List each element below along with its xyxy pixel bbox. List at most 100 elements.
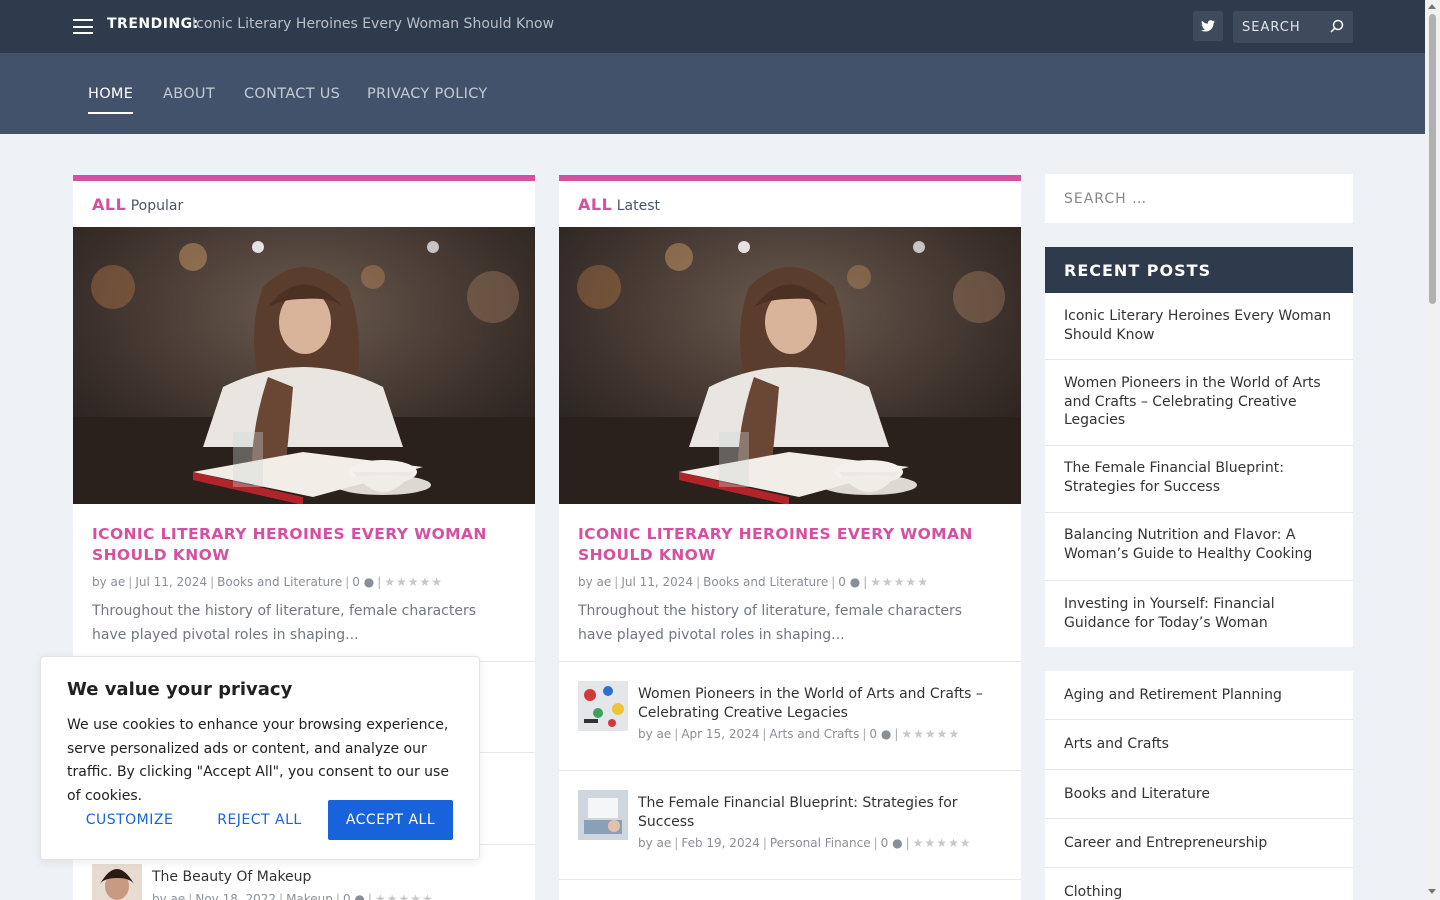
comment-icon: ● xyxy=(849,575,861,589)
cookie-title: We value your privacy xyxy=(67,679,293,700)
tab-all[interactable]: ALL xyxy=(92,195,126,214)
post-meta: by ae | Apr 15, 2024 | Arts and Crafts | 0 ● | ★… xyxy=(638,727,961,741)
list-item: The Beauty Of Makeup by ae | Nov 18, 2022 |… xyxy=(92,864,522,900)
list-item: Women Pioneers in the World of Arts and … xyxy=(1045,360,1353,446)
featured-post-excerpt: Throughout the history of literature, fe… xyxy=(578,603,963,643)
list-item: Books and Literature xyxy=(1045,770,1353,819)
sidebar-search-input[interactable] xyxy=(1064,188,1334,210)
rating-stars-icon: ★★★★★ xyxy=(912,836,972,850)
main-nav: HOME ABOUT CONTACT US PRIVACY POLICY xyxy=(0,53,1425,134)
post-date: Apr 15, 2024 xyxy=(681,727,760,741)
recent-post-link[interactable]: Investing in Yourself: Financial Guidanc… xyxy=(1064,595,1339,632)
featured-image[interactable] xyxy=(559,227,1021,504)
comment-icon: ● xyxy=(354,892,365,900)
accept-all-button[interactable]: ACCEPT ALL xyxy=(328,800,453,840)
scroll-thumb[interactable] xyxy=(1429,14,1436,304)
list-item: Iconic Literary Heroines Every Woman Sho… xyxy=(1045,293,1353,360)
featured-post-title[interactable]: ICONIC LITERARY HEROINES EVERY WOMAN SHO… xyxy=(578,524,998,566)
comment-icon: ● xyxy=(892,836,903,850)
category-link[interactable]: Career and Entrepreneurship xyxy=(1064,834,1339,853)
divider xyxy=(559,770,1021,771)
featured-post-title[interactable]: ICONIC LITERARY HEROINES EVERY WOMAN SHO… xyxy=(92,524,512,566)
post-title[interactable]: Women Pioneers in the World of Arts and … xyxy=(638,685,998,723)
featured-post-meta: by ae | Jul 11, 2024 | Books and Literature |… xyxy=(578,575,930,589)
comments-link[interactable]: 0 ● xyxy=(352,575,374,589)
scroll-up-arrow-icon[interactable] xyxy=(1428,4,1436,9)
sidebar-search-box xyxy=(1045,174,1353,223)
widget-title: RECENT POSTS xyxy=(1045,247,1353,293)
recent-post-link[interactable]: The Female Financial Blueprint: Strategi… xyxy=(1064,459,1339,496)
author-link[interactable]: ae xyxy=(657,727,672,741)
cookie-text: We use cookies to enhance your browsing … xyxy=(67,717,449,804)
tab-all[interactable]: ALL xyxy=(578,195,612,214)
author-link[interactable]: ae xyxy=(171,892,186,900)
page-scrollbar[interactable] xyxy=(1425,0,1440,900)
list-item: Balancing Nutrition and Flavor: A Woman’… xyxy=(1045,513,1353,581)
comments-link[interactable]: 0 ● xyxy=(838,575,860,589)
customize-button[interactable]: CUSTOMIZE xyxy=(67,800,192,840)
list-item: The Female Financial Blueprint: Strategi… xyxy=(1045,446,1353,513)
tab-popular[interactable]: Popular xyxy=(131,198,184,214)
category-link[interactable]: Personal Finance xyxy=(770,836,871,850)
rating-stars-icon: ★★★★★ xyxy=(384,575,444,589)
search-icon[interactable] xyxy=(1330,19,1344,33)
category-link[interactable]: Books and Literature xyxy=(217,575,342,589)
rating-stars-icon: ★★★★★ xyxy=(870,575,930,589)
scroll-down-arrow-icon[interactable] xyxy=(1428,889,1436,894)
category-link[interactable]: Aging and Retirement Planning xyxy=(1064,686,1339,705)
category-link[interactable]: Arts and Crafts xyxy=(1064,735,1339,754)
featured-post-excerpt: Throughout the history of literature, fe… xyxy=(92,603,477,643)
latest-posts-card: ALL Latest ICONIC LITERARY HEROINES EVER… xyxy=(559,175,1021,900)
comments-link[interactable]: 0 ● xyxy=(869,727,891,741)
nav-active-underline xyxy=(88,112,133,114)
post-date: Feb 19, 2024 xyxy=(681,836,760,850)
list-item: Investing in Yourself: Financial Guidanc… xyxy=(1045,581,1353,647)
twitter-icon[interactable] xyxy=(1193,11,1223,41)
author-link[interactable]: ae xyxy=(597,575,612,589)
card-header: ALL Latest xyxy=(578,195,660,214)
post-date: Jul 11, 2024 xyxy=(621,575,694,589)
top-search-box xyxy=(1233,11,1353,43)
list-item: Clothing xyxy=(1045,868,1353,900)
post-date: Nov 18, 2022 xyxy=(195,892,277,900)
cookie-consent-banner: We value your privacy We use cookies to … xyxy=(40,656,480,860)
reject-all-button[interactable]: REJECT ALL xyxy=(197,800,322,840)
comment-icon: ● xyxy=(880,727,892,741)
categories-widget: Aging and Retirement Planning Arts and C… xyxy=(1045,671,1353,900)
recent-post-link[interactable]: Iconic Literary Heroines Every Woman Sho… xyxy=(1064,307,1339,344)
recent-posts-widget: RECENT POSTS Iconic Literary Heroines Ev… xyxy=(1045,247,1353,647)
category-link[interactable]: Clothing xyxy=(1064,883,1339,900)
post-title[interactable]: The Beauty Of Makeup xyxy=(152,868,512,887)
tab-latest[interactable]: Latest xyxy=(617,198,660,214)
author-link[interactable]: ae xyxy=(657,836,672,850)
post-meta: by ae | Nov 18, 2022 | Makeup | 0 ● | ★★★★★ xyxy=(152,892,434,900)
list-item: Arts and Crafts xyxy=(1045,720,1353,770)
comments-link[interactable]: 0 ● xyxy=(343,892,365,900)
post-date: Jul 11, 2024 xyxy=(135,575,208,589)
card-header: ALL Popular xyxy=(92,195,183,214)
nav-home[interactable]: HOME xyxy=(88,86,133,102)
list-item: Career and Entrepreneurship xyxy=(1045,819,1353,868)
category-link[interactable]: Books and Literature xyxy=(703,575,828,589)
post-thumbnail[interactable] xyxy=(578,681,628,731)
post-meta: by ae | Feb 19, 2024 | Personal Finance | 0 ● |… xyxy=(638,836,972,850)
trending-link[interactable]: Iconic Literary Heroines Every Woman Sho… xyxy=(192,16,554,32)
author-link[interactable]: ae xyxy=(111,575,126,589)
category-link[interactable]: Books and Literature xyxy=(1064,785,1339,804)
nav-contact-us[interactable]: CONTACT US xyxy=(244,86,340,102)
nav-privacy-policy[interactable]: PRIVACY POLICY xyxy=(367,86,488,102)
post-title[interactable]: The Female Financial Blueprint: Strategi… xyxy=(638,794,998,832)
category-link[interactable]: Makeup xyxy=(286,892,333,900)
post-thumbnail[interactable] xyxy=(578,790,628,840)
post-thumbnail[interactable] xyxy=(92,864,142,900)
divider xyxy=(559,879,1021,880)
featured-image[interactable] xyxy=(73,227,535,504)
hamburger-menu-icon[interactable] xyxy=(73,19,93,34)
recent-post-link[interactable]: Women Pioneers in the World of Arts and … xyxy=(1064,374,1339,430)
nav-about[interactable]: ABOUT xyxy=(163,86,215,102)
category-link[interactable]: Arts and Crafts xyxy=(769,727,859,741)
top-search-input[interactable] xyxy=(1242,18,1330,36)
list-item: Women Pioneers in the World of Arts and … xyxy=(578,681,1008,751)
comments-link[interactable]: 0 ● xyxy=(881,836,903,850)
recent-post-link[interactable]: Balancing Nutrition and Flavor: A Woman’… xyxy=(1064,526,1339,563)
